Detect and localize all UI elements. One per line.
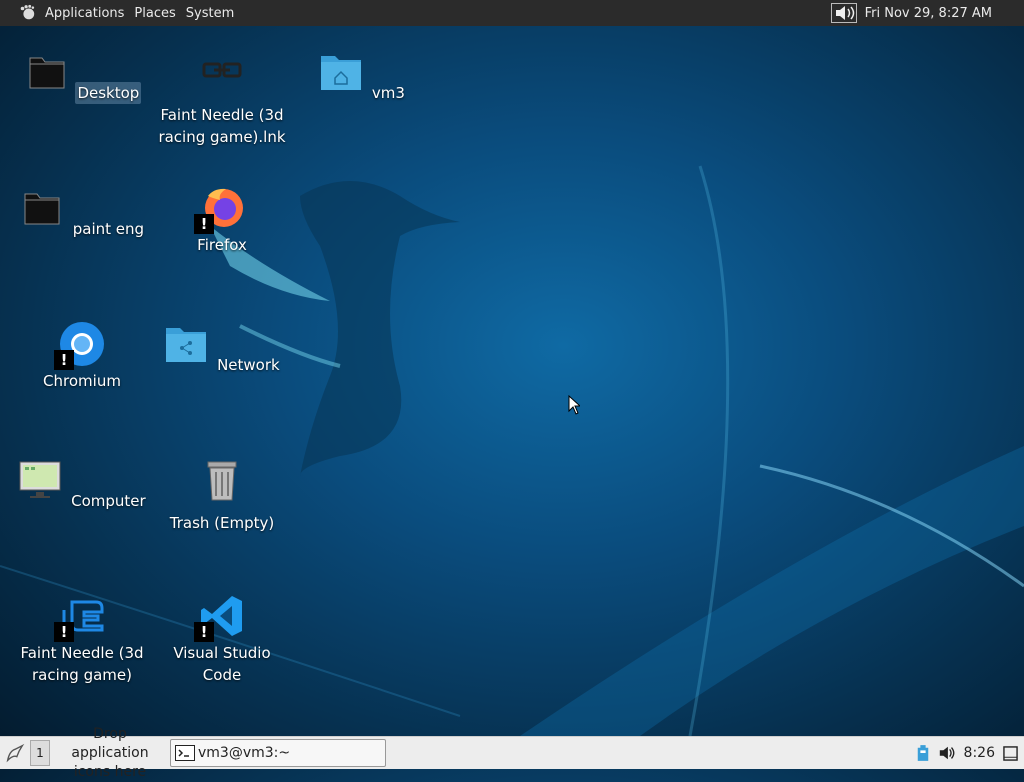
warning-badge: ! [54, 622, 74, 642]
top-clock[interactable]: Fri Nov 29, 8:27 AM [865, 6, 992, 21]
taskbar-button-terminal[interactable]: vm3@vm3:~ [170, 739, 386, 767]
tray-clock[interactable]: 8:26 [964, 745, 995, 761]
faint-needle-icon-wrap: ! [54, 592, 106, 642]
desktop-icon-faint-needle[interactable]: ! Faint Needle (3d racing game) [14, 592, 150, 686]
menu-system[interactable]: System [181, 6, 239, 21]
desktop-icon-firefox[interactable]: ! Firefox [154, 184, 290, 256]
window-list-icon[interactable] [1003, 745, 1018, 761]
mouse-cursor-icon [568, 395, 580, 415]
workspace-switcher[interactable]: 1 [30, 740, 50, 766]
paint-eng-label: paint eng [72, 220, 145, 238]
network-folder-icon [166, 328, 207, 362]
desktop-icon-chromium[interactable]: ! Chromium [14, 320, 150, 392]
usb-drive-icon[interactable] [916, 744, 930, 762]
desktop-label: Desktop [75, 82, 142, 104]
system-tray: 8:26 [908, 744, 1024, 762]
vscode-label: Visual Studio Code [173, 644, 271, 684]
bottom-panel: 1 Drop application icons here vm3@vm3:~ … [0, 726, 1024, 780]
show-desktop-icon[interactable] [4, 742, 26, 764]
desktop-icon-desktop[interactable]: Desktop [14, 48, 150, 104]
home-folder-icon [321, 56, 362, 90]
firefox-icon-wrap: ! [194, 184, 246, 234]
firefox-label: Firefox [197, 236, 247, 254]
folder-icon [29, 57, 65, 89]
faint-needle-lnk-label: Faint Needle (3d racing game).lnk [158, 106, 286, 146]
warning-badge: ! [194, 622, 214, 642]
trash-label: Trash (Empty) [169, 514, 275, 532]
gnome-foot-icon[interactable] [18, 4, 36, 22]
menu-applications[interactable]: Applications [40, 6, 129, 21]
network-label: Network [217, 356, 280, 374]
warning-badge: ! [194, 214, 214, 234]
desktop-icon-trash[interactable]: Trash (Empty) [154, 456, 290, 534]
computer-label: Computer [71, 492, 146, 510]
desktop-icon-paint-eng[interactable]: paint eng [14, 184, 150, 240]
top-menu: Applications Places System [0, 0, 247, 26]
trash-icon [207, 461, 237, 501]
desktop-icon-vscode[interactable]: ! Visual Studio Code [154, 592, 290, 686]
menu-places[interactable]: Places [129, 6, 180, 21]
desktop-icon-faint-needle-lnk[interactable]: Faint Needle (3d racing game).lnk [154, 48, 290, 148]
volume-icon[interactable] [938, 744, 956, 762]
top-panel: Applications Places System Fri Nov 29, 8… [0, 0, 1024, 26]
chromium-icon-wrap: ! [54, 320, 106, 370]
launcher-drop-area: Drop application icons here [71, 725, 149, 780]
folder-icon [24, 193, 60, 225]
computer-icon [19, 461, 61, 498]
desktop-icon-network[interactable]: Network [154, 320, 290, 376]
link-icon [202, 62, 242, 78]
volume-icon[interactable] [830, 3, 857, 23]
desktop-icon-computer[interactable]: Computer [14, 456, 150, 512]
faint-needle-label: Faint Needle (3d racing game) [20, 644, 144, 684]
warning-badge: ! [54, 350, 74, 370]
top-panel-right: Fri Nov 29, 8:27 AM [830, 3, 1024, 23]
chromium-label: Chromium [43, 372, 121, 390]
taskbar-terminal-label: vm3@vm3:~ [198, 745, 291, 761]
desktop-icon-vm3[interactable]: vm3 [294, 48, 430, 104]
terminal-icon [175, 745, 195, 761]
vm3-label: vm3 [371, 84, 405, 102]
vscode-icon-wrap: ! [194, 592, 246, 642]
